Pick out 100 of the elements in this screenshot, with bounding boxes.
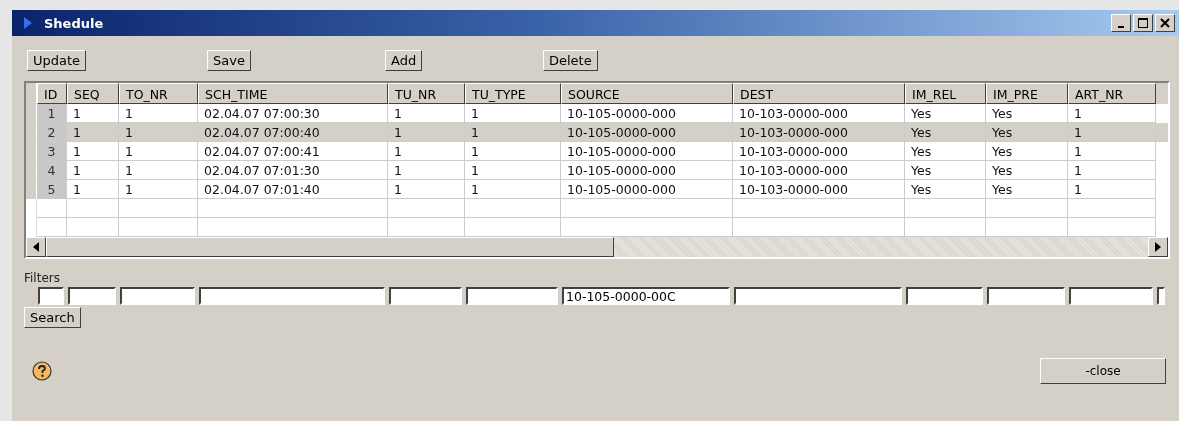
column-header[interactable]: SOURCE <box>561 83 733 104</box>
table-cell: 1 <box>1068 160 1156 180</box>
minimize-icon <box>1118 26 1124 28</box>
table-cell: Yes <box>986 122 1068 142</box>
table-cell: Yes <box>986 179 1068 199</box>
column-header[interactable]: ART_NR <box>1068 83 1156 104</box>
maximize-icon <box>1138 18 1148 28</box>
table-cell: 1 <box>1068 122 1156 142</box>
help-icon[interactable] <box>32 361 52 381</box>
table-cell: 1 <box>465 141 561 161</box>
close-button[interactable] <box>1155 14 1175 32</box>
table-row[interactable]: 2 1 1 02.04.07 07:00:40 1 1 10-105-0000-000 10-103-0000-000 Yes Yes 1 <box>26 122 1168 142</box>
search-button[interactable]: Search <box>24 307 81 328</box>
filter-field[interactable] <box>38 287 64 305</box>
table-cell: 1 <box>1068 141 1156 161</box>
table-cell: 1 <box>388 103 465 123</box>
filter-field[interactable] <box>1157 287 1165 305</box>
table-cell: 10-103-0000-000 <box>733 103 905 123</box>
table-cell: 02.04.07 07:00:41 <box>198 141 388 161</box>
table-cell: 1 <box>67 103 119 123</box>
table-row[interactable]: 1 1 1 02.04.07 07:00:30 1 1 10-105-0000-000 10-103-0000-000 Yes Yes 1 <box>26 103 1168 123</box>
table-cell: 1 <box>465 122 561 142</box>
table-cell: 1 <box>465 179 561 199</box>
table-cell: 02.04.07 07:01:40 <box>198 179 388 199</box>
table-cell: 1 <box>67 179 119 199</box>
column-header[interactable]: TU_NR <box>388 83 465 104</box>
column-header[interactable]: TO_NR <box>119 83 198 104</box>
table-cell: Yes <box>905 141 986 161</box>
scroll-left-button[interactable] <box>26 237 46 257</box>
empty-cell <box>67 199 119 218</box>
table-cell: 1 <box>119 141 198 161</box>
filters-label: Filters <box>24 271 60 285</box>
column-header[interactable]: TU_TYPE <box>465 83 561 104</box>
table-cell: 02.04.07 07:00:40 <box>198 122 388 142</box>
table-cell: Yes <box>905 122 986 142</box>
filter-field[interactable] <box>466 287 558 305</box>
table-cell: 10-105-0000-000 <box>561 141 733 161</box>
table-cell: 1 <box>67 122 119 142</box>
table-cell: 1 <box>119 122 198 142</box>
table-cell: 1 <box>119 160 198 180</box>
column-header[interactable]: ID <box>37 83 67 104</box>
table-cell: 1 <box>465 103 561 123</box>
window-title: Shedule <box>44 15 104 31</box>
table-cell: 1 <box>388 122 465 142</box>
maximize-button[interactable] <box>1133 14 1153 32</box>
table-cell: 1 <box>67 141 119 161</box>
minimize-button[interactable] <box>1111 14 1131 32</box>
table-cell: 1 <box>119 103 198 123</box>
table-row[interactable]: 4 1 1 02.04.07 07:01:30 1 1 10-105-0000-000 10-103-0000-000 Yes Yes 1 <box>26 160 1168 180</box>
left-arrow-icon <box>33 242 39 252</box>
scroll-thumb[interactable] <box>46 237 614 257</box>
filter-field[interactable] <box>68 287 116 305</box>
table-cell: Yes <box>905 179 986 199</box>
table-cell: 10-103-0000-000 <box>733 179 905 199</box>
triangle-icon <box>24 17 32 29</box>
table-cell: 1 <box>388 141 465 161</box>
table-cell: 10-103-0000-000 <box>733 141 905 161</box>
table-cell: 1 <box>67 160 119 180</box>
table-cell: 10-105-0000-000 <box>561 122 733 142</box>
table-cell: Yes <box>986 103 1068 123</box>
table-cell: Yes <box>986 160 1068 180</box>
toolbar-button[interactable]: Update <box>27 50 87 71</box>
filter-field[interactable] <box>199 287 385 305</box>
table-cell: 10-105-0000-000 <box>561 160 733 180</box>
close-dialog-button[interactable]: -close <box>1040 358 1166 384</box>
toolbar-button[interactable]: Delete <box>543 50 598 71</box>
table-cell: Yes <box>905 103 986 123</box>
table-cell: 1 <box>465 160 561 180</box>
table-cell: 1 <box>1068 103 1156 123</box>
filter-field[interactable] <box>120 287 195 305</box>
table-cell: 10-105-0000-000 <box>561 103 733 123</box>
toolbar-button[interactable]: Save <box>207 50 251 71</box>
filter-field[interactable] <box>906 287 983 305</box>
table-row[interactable]: 5 1 1 02.04.07 07:01:40 1 1 10-105-0000-000 10-103-0000-000 Yes Yes 1 <box>26 179 1168 199</box>
column-header[interactable]: DEST <box>733 83 905 104</box>
filter-field[interactable] <box>1069 287 1153 305</box>
column-header[interactable]: SEQ <box>67 83 119 104</box>
close-icon <box>1160 18 1170 28</box>
table-cell: Yes <box>905 160 986 180</box>
column-header[interactable]: IM_REL <box>905 83 986 104</box>
table-cell: 1 <box>388 179 465 199</box>
table-cell: 10-105-0000-000 <box>561 179 733 199</box>
right-arrow-icon <box>1155 242 1161 252</box>
column-header[interactable]: SCH_TIME <box>198 83 388 104</box>
table-cell: 1 <box>119 179 198 199</box>
toolbar-button[interactable]: Add <box>385 50 423 71</box>
scroll-right-button[interactable] <box>1148 237 1168 257</box>
column-header[interactable]: IM_PRE <box>986 83 1068 104</box>
filter-field[interactable] <box>734 287 902 305</box>
filter-field[interactable] <box>389 287 462 305</box>
table-cell: 1 <box>1068 179 1156 199</box>
table-cell: 1 <box>388 160 465 180</box>
table-row[interactable]: 3 1 1 02.04.07 07:00:41 1 1 10-105-0000-000 10-103-0000-000 Yes Yes 1 <box>26 141 1168 161</box>
table-cell: 02.04.07 07:00:30 <box>198 103 388 123</box>
filter-field[interactable] <box>987 287 1065 305</box>
table-cell: 10-103-0000-000 <box>733 160 905 180</box>
filter-field[interactable]: 10-105-0000-00C <box>562 287 730 305</box>
table-cell: 10-103-0000-000 <box>733 122 905 142</box>
table-cell: 02.04.07 07:01:30 <box>198 160 388 180</box>
horizontal-scrollbar[interactable] <box>26 237 1168 257</box>
